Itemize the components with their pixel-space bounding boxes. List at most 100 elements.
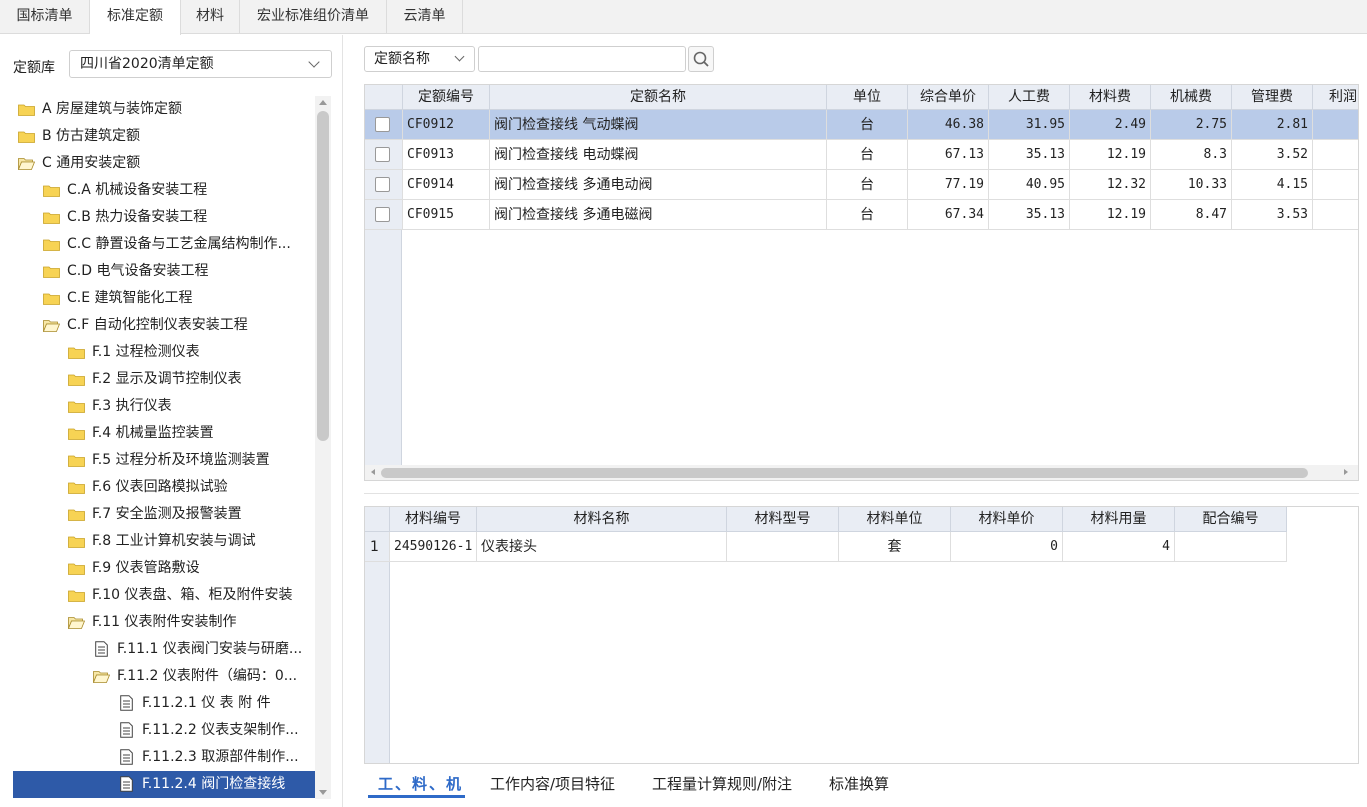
cell-price[interactable]: 67.13 [908,140,989,170]
tab-standard-quota[interactable]: 标准定额 [90,0,181,35]
row-selector[interactable] [365,200,403,230]
scroll-down-arrow-icon[interactable] [319,790,327,795]
col-header-unit[interactable]: 单位 [827,85,908,110]
tree-node[interactable]: F.11.1 仪表阀门安装与研磨... [13,636,315,663]
tree-node[interactable]: F.11 仪表附件安装制作 [13,609,315,636]
scrollbar-thumb[interactable] [317,111,329,441]
col-header-mat-code[interactable]: 材料编号 [390,507,477,532]
tab-national-list[interactable]: 国标清单 [0,0,90,34]
row-selector[interactable] [365,140,403,170]
tree-node[interactable]: F.1 过程检测仪表 [13,339,315,366]
cell-unit[interactable]: 台 [827,200,908,230]
cell-name[interactable]: 阀门检查接线 多通电磁阀 [490,200,827,230]
cell-profit[interactable] [1313,170,1358,200]
row-checkbox[interactable] [375,177,390,192]
cell-machine[interactable]: 8.47 [1151,200,1232,230]
cell-profit[interactable] [1313,140,1358,170]
tab-materials[interactable]: 材料 [181,0,240,34]
bottom-tab-quantity-rules[interactable]: 工程量计算规则/附注 [652,773,792,795]
cell-labor[interactable]: 40.95 [989,170,1070,200]
cell-material[interactable]: 12.32 [1070,170,1151,200]
col-header-name[interactable]: 定额名称 [490,85,827,110]
tree-node[interactable]: F.10 仪表盘、箱、柜及附件安装 [13,582,315,609]
cell-material[interactable]: 2.49 [1070,110,1151,140]
cell-labor[interactable]: 35.13 [989,200,1070,230]
cell-unit[interactable]: 台 [827,170,908,200]
col-header-machine[interactable]: 机械费 [1151,85,1232,110]
cell-labor[interactable]: 31.95 [989,110,1070,140]
tree-node[interactable]: F.11.2.3 取源部件制作... [13,744,315,771]
row-checkbox[interactable] [375,147,390,162]
col-header-mat-qty[interactable]: 材料用量 [1063,507,1175,532]
tree-node[interactable]: F.11.2.4 阀门检查接线 [13,771,315,798]
cell-price[interactable]: 67.34 [908,200,989,230]
cell-price[interactable]: 46.38 [908,110,989,140]
col-header-profit[interactable]: 利润 [1313,85,1358,110]
tree-node[interactable]: F.5 过程分析及环境监测装置 [13,447,315,474]
quota-grid-hscrollbar[interactable] [365,465,1358,480]
bottom-tab-work-content[interactable]: 工作内容/项目特征 [490,773,615,795]
cell-machine[interactable]: 2.75 [1151,110,1232,140]
tree-node[interactable]: C.C 静置设备与工艺金属结构制作... [13,231,315,258]
row-checkbox[interactable] [375,207,390,222]
tab-hongye-pricing[interactable]: 宏业标准组价清单 [240,0,387,34]
cell-machine[interactable]: 8.3 [1151,140,1232,170]
cell-mgmt[interactable]: 3.53 [1232,200,1313,230]
cell-mat-code[interactable]: 24590126-1 [390,532,477,562]
cell-machine[interactable]: 10.33 [1151,170,1232,200]
cell-mgmt[interactable]: 4.15 [1232,170,1313,200]
tree-scrollbar[interactable] [315,96,331,799]
tree-node[interactable]: F.8 工业计算机安装与调试 [13,528,315,555]
col-header-code[interactable]: 定额编号 [403,85,490,110]
col-header-mgmt[interactable]: 管理费 [1232,85,1313,110]
tree-node[interactable]: C.F 自动化控制仪表安装工程 [13,312,315,339]
cell-labor[interactable]: 35.13 [989,140,1070,170]
col-header-mat-unit[interactable]: 材料单位 [839,507,951,532]
search-field-select[interactable]: 定额名称 [364,46,475,72]
tree-node[interactable]: A 房屋建筑与装饰定额 [13,96,315,123]
tree-node[interactable]: F.11.2.2 仪表支架制作... [13,717,315,744]
col-header-price[interactable]: 综合单价 [908,85,989,110]
bottom-tab-labor-material-machine[interactable]: 工、料、机 [378,773,463,795]
tree-node[interactable]: F.11.2 仪表附件（编码：0... [13,663,315,690]
scroll-left-arrow-icon[interactable] [371,469,375,475]
scrollbar-thumb[interactable] [381,468,1308,478]
cell-code[interactable]: CF0913 [403,140,490,170]
search-input[interactable] [478,46,686,72]
tree-node[interactable]: C.D 电气设备安装工程 [13,258,315,285]
cell-mat-price[interactable]: 0 [951,532,1063,562]
tree-node[interactable]: B 仿古建筑定额 [13,123,315,150]
tree-node[interactable]: C.B 热力设备安装工程 [13,204,315,231]
tree-node[interactable]: C 通用安装定额 [13,150,315,177]
cell-code[interactable]: CF0914 [403,170,490,200]
tree-node[interactable]: F.2 显示及调节控制仪表 [13,366,315,393]
col-header-mat-mix[interactable]: 配合编号 [1175,507,1287,532]
tree-node[interactable]: F.6 仪表回路模拟试验 [13,474,315,501]
panel-divider[interactable] [364,493,1359,494]
cell-material[interactable]: 12.19 [1070,200,1151,230]
tree-node[interactable]: F.4 机械量监控装置 [13,420,315,447]
tree-node[interactable]: F.11.2.1 仪 表 附 件 [13,690,315,717]
col-header-mat-name[interactable]: 材料名称 [477,507,727,532]
col-header-mat-model[interactable]: 材料型号 [727,507,839,532]
cell-mat-name[interactable]: 仪表接头 [477,532,727,562]
tree-node[interactable]: F.7 安全监测及报警装置 [13,501,315,528]
cell-mat-mix[interactable] [1175,532,1287,562]
library-select[interactable]: 四川省2020清单定额 [69,50,332,78]
tree-node[interactable]: C.A 机械设备安装工程 [13,177,315,204]
tab-cloud-list[interactable]: 云清单 [387,0,463,34]
col-header-material[interactable]: 材料费 [1070,85,1151,110]
cell-material[interactable]: 12.19 [1070,140,1151,170]
cell-name[interactable]: 阀门检查接线 气动蝶阀 [490,110,827,140]
col-header-labor[interactable]: 人工费 [989,85,1070,110]
cell-mat-model[interactable] [727,532,839,562]
cell-price[interactable]: 77.19 [908,170,989,200]
search-button[interactable] [688,46,714,72]
cell-code[interactable]: CF0915 [403,200,490,230]
col-header-mat-price[interactable]: 材料单价 [951,507,1063,532]
bottom-tab-standard-conversion[interactable]: 标准换算 [829,773,889,795]
tree-node[interactable]: C.E 建筑智能化工程 [13,285,315,312]
scroll-right-arrow-icon[interactable] [1344,469,1348,475]
scroll-up-arrow-icon[interactable] [319,100,327,105]
cell-name[interactable]: 阀门检查接线 多通电动阀 [490,170,827,200]
